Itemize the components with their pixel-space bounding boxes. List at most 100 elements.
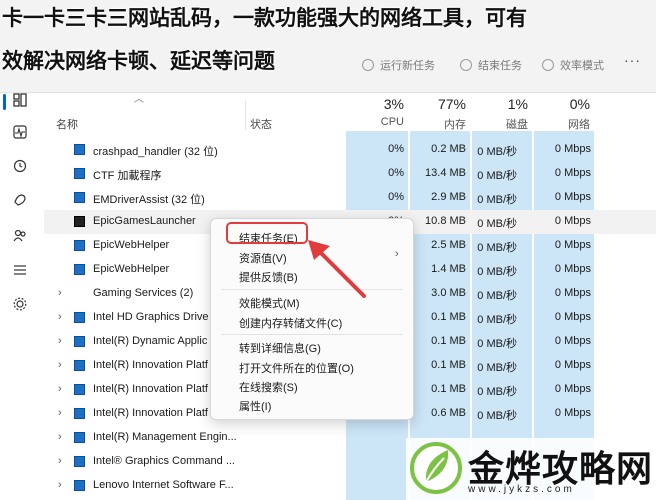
process-name: EpicWebHelper	[93, 263, 170, 275]
disk-value: 0 MB/秒	[477, 218, 517, 230]
details-icon[interactable]	[10, 260, 30, 280]
disk-value: 0 MB/秒	[477, 386, 517, 398]
table-row[interactable]: crashpad_handler (32 位) 0% 0.2 MB 0 MB/秒…	[44, 138, 656, 162]
table-row[interactable]: EMDriverAssist (32 位) 0% 2.9 MB 0 MB/秒 0…	[44, 186, 656, 210]
expand-chevron-icon[interactable]: ›	[58, 359, 62, 371]
process-name: crashpad_handler (32 位)	[93, 146, 218, 158]
caption-line-1: 卡一卡三卡三网站乱码，一款功能强大的网络工具，可有	[2, 7, 527, 30]
run-task-label: 运行新任务	[380, 60, 435, 72]
menu-item-search-online[interactable]: 在线搜索(S)	[239, 379, 298, 395]
menu-item-efficiency-mode[interactable]: 效能模式(M)	[239, 295, 300, 311]
end-task-icon	[460, 59, 472, 71]
end-task-highlight-box	[226, 222, 308, 244]
column-header-disk[interactable]: 磁盘	[484, 116, 528, 132]
run-new-task-button[interactable]: 运行新任务	[362, 57, 435, 73]
services-icon[interactable]	[10, 294, 30, 314]
cpu-value: 0%	[388, 143, 404, 155]
network-value: 0 Mbps	[554, 335, 591, 347]
memory-total-percent: 77%	[437, 96, 466, 112]
app-icon	[74, 432, 85, 443]
disk-value: 0 MB/秒	[477, 362, 517, 374]
expand-chevron-icon[interactable]: ›	[58, 311, 62, 323]
network-value: 0 Mbps	[554, 383, 591, 395]
menu-item-open-file-location[interactable]: 打开文件所在的位置(O)	[239, 360, 354, 376]
users-icon[interactable]	[10, 225, 30, 245]
processes-icon[interactable]	[10, 90, 30, 110]
app-icon	[74, 264, 85, 275]
end-task-button[interactable]: 结束任务	[460, 57, 522, 73]
process-name: Intel HD Graphics Drive	[93, 311, 209, 323]
process-name: Intel(R) Innovation Platf	[93, 359, 208, 371]
process-name: CTF 加載程序	[93, 170, 162, 182]
app-icon	[74, 168, 85, 179]
efficiency-mode-button[interactable]: 效率模式	[542, 57, 604, 73]
network-value: 0 Mbps	[554, 239, 591, 251]
disk-value: 0 MB/秒	[477, 266, 517, 278]
sidebar	[0, 0, 44, 500]
column-header-network[interactable]: 网络	[546, 116, 590, 132]
process-name: Intel® Graphics Command ...	[93, 455, 235, 467]
column-header-cpu[interactable]: CPU	[360, 116, 404, 128]
menu-item-go-to-details[interactable]: 转到详细信息(G)	[239, 340, 321, 356]
network-value: 0 Mbps	[554, 167, 591, 179]
network-value: 0 Mbps	[554, 311, 591, 323]
app-history-icon[interactable]	[10, 156, 30, 176]
watermark-url: www.jykzs.com	[468, 484, 575, 495]
app-icon	[74, 480, 85, 491]
memory-value: 10.8 MB	[425, 215, 466, 227]
column-header-memory[interactable]: 内存	[420, 116, 466, 132]
end-task-label: 结束任务	[478, 60, 522, 72]
disk-value: 0 MB/秒	[477, 146, 517, 158]
caption-line-2: 效解决网络卡顿、延迟等问题	[2, 50, 275, 73]
run-task-icon	[362, 59, 374, 71]
disk-value: 0 MB/秒	[477, 338, 517, 350]
network-value: 0 Mbps	[554, 263, 591, 275]
disk-value: 0 MB/秒	[477, 290, 517, 302]
process-name: EMDriverAssist (32 位)	[93, 194, 205, 206]
memory-value: 3.0 MB	[431, 287, 466, 299]
app-icon	[74, 192, 85, 203]
sidebar-active-indicator	[3, 94, 6, 110]
red-arrow-annotation	[308, 240, 366, 298]
network-value: 0 Mbps	[554, 287, 591, 299]
disk-value: 0 MB/秒	[477, 242, 517, 254]
expand-chevron-icon[interactable]: ›	[58, 383, 62, 395]
menu-item-properties[interactable]: 属性(I)	[239, 398, 271, 414]
startup-apps-icon[interactable]	[10, 190, 30, 210]
memory-value: 1.4 MB	[431, 263, 466, 275]
expand-chevron-icon[interactable]: ›	[58, 455, 62, 467]
disk-total-percent: 1%	[507, 96, 528, 112]
memory-value: 0.1 MB	[431, 383, 466, 395]
expand-chevron-icon[interactable]: ›	[58, 407, 62, 419]
disk-value: 0 MB/秒	[477, 194, 517, 206]
app-icon	[74, 384, 85, 395]
app-icon	[74, 408, 85, 419]
expand-chevron-icon[interactable]: ›	[58, 335, 62, 347]
network-value: 0 Mbps	[554, 359, 591, 371]
process-name: EpicWebHelper	[93, 239, 170, 251]
expand-chevron-icon[interactable]: ›	[58, 431, 62, 443]
process-name: EpicGamesLauncher	[93, 215, 196, 227]
app-icon	[74, 360, 85, 371]
process-name: Intel(R) Innovation Platf	[93, 383, 208, 395]
menu-item-create-dump[interactable]: 创建内存转储文件(C)	[239, 315, 342, 331]
menu-item-resource-values[interactable]: 资源值(V)	[239, 250, 287, 266]
efficiency-icon	[542, 59, 554, 71]
app-icon	[74, 312, 85, 323]
app-icon	[74, 240, 85, 251]
disk-value: 0 MB/秒	[477, 170, 517, 182]
expand-chevron-icon[interactable]: ›	[58, 479, 62, 491]
expand-chevron-icon[interactable]: ›	[58, 287, 62, 299]
column-header-name[interactable]: 名称	[56, 116, 78, 132]
more-options-button[interactable]: ···	[624, 52, 641, 68]
menu-item-feedback[interactable]: 提供反馈(B)	[239, 269, 298, 285]
table-row[interactable]: CTF 加載程序 0% 13.4 MB 0 MB/秒 0 Mbps	[44, 162, 656, 186]
column-header-status[interactable]: 状态	[250, 116, 272, 132]
performance-icon[interactable]	[10, 122, 30, 142]
disk-value: 0 MB/秒	[477, 314, 517, 326]
memory-value: 0.1 MB	[431, 359, 466, 371]
column-divider	[245, 100, 246, 130]
submenu-chevron-icon: ›	[395, 248, 399, 260]
sort-chevron-icon[interactable]: ︿	[134, 90, 144, 105]
process-name: Intel(R) Innovation Platf	[93, 407, 208, 419]
